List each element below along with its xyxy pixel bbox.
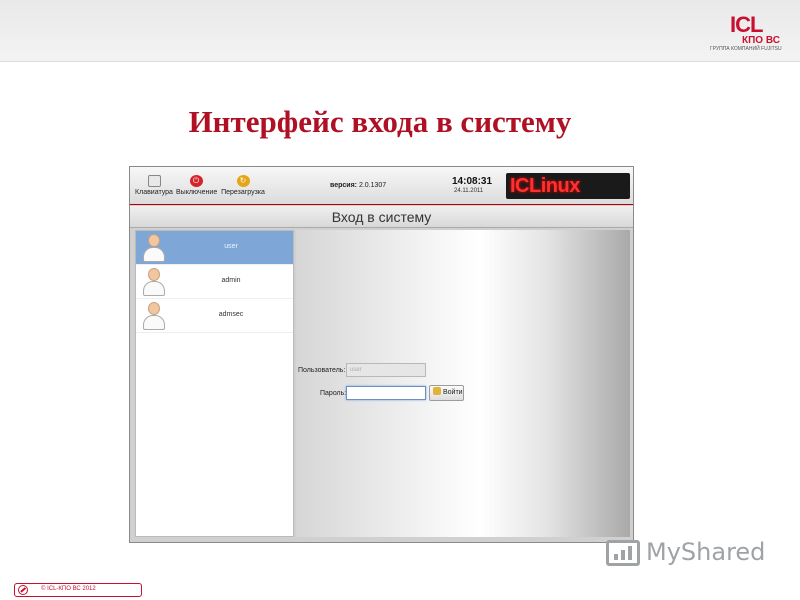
login-titlebar: Вход в систему	[130, 206, 633, 228]
version-label: версия:	[330, 182, 357, 189]
keyboard-button[interactable]: Клавиатура	[134, 175, 174, 196]
clock-date: 24.11.2011	[454, 188, 484, 194]
keyboard-icon	[147, 175, 161, 187]
admin-avatar-icon	[140, 267, 168, 297]
clock-time: 14:08:31	[452, 176, 493, 187]
top-toolbar: Клавиатура ⏻ Выключение ↻ Перезагрузка в…	[130, 167, 633, 205]
password-label: Пароль:	[320, 390, 347, 397]
myshared-logo-icon	[606, 540, 640, 566]
header-band: ICL КПО ВС ГРУППА КОМПАНИЙ FUJITSU	[0, 0, 800, 62]
password-field[interactable]	[346, 386, 426, 400]
login-title: Вход в систему	[331, 209, 432, 225]
power-icon: ⏻	[189, 175, 203, 187]
lock-icon	[433, 387, 441, 395]
admsec-avatar-icon	[140, 301, 168, 331]
footer-text: © ICL-КПО ВС 2012	[41, 586, 96, 592]
shutdown-label: Выключение	[176, 189, 218, 196]
version-info: версия: 2.0.1307	[330, 182, 386, 189]
logo-sub-text: КПО ВС	[742, 35, 780, 46]
login-screenshot: Клавиатура ⏻ Выключение ↻ Перезагрузка в…	[129, 166, 634, 543]
user-name: user	[224, 243, 238, 250]
version-value: 2.0.1307	[358, 182, 387, 189]
watermark-text: MyShared	[646, 538, 766, 566]
user-list-item-user[interactable]: user	[136, 231, 293, 265]
user-name: admin	[221, 277, 241, 284]
reboot-label: Перезагрузка	[221, 189, 265, 196]
slide: ICL КПО ВС ГРУППА КОМПАНИЙ FUJITSU Интер…	[0, 0, 800, 600]
reboot-button[interactable]: ↻ Перезагрузка	[220, 175, 266, 196]
company-logo: ICL КПО ВС ГРУППА КОМПАНИЙ FUJITSU	[710, 10, 788, 56]
user-list-item-admin[interactable]: admin	[136, 265, 293, 299]
username-field[interactable]: user	[346, 363, 426, 377]
keyboard-label: Клавиатура	[135, 189, 173, 196]
logo-group-text: ГРУППА КОМПАНИЙ FUJITSU	[710, 46, 782, 52]
shutdown-button[interactable]: ⏻ Выключение	[176, 175, 218, 196]
login-button-label: Войти	[443, 389, 463, 396]
user-name: admsec	[218, 311, 244, 318]
login-button[interactable]: Войти	[429, 385, 464, 401]
slide-title: Интерфейс входа в систему	[188, 104, 572, 139]
login-form-panel: Пользователь: user Пароль: Войти	[296, 230, 630, 537]
username-label: Пользователь:	[298, 367, 346, 374]
brand-logo: ICLinux	[506, 173, 630, 199]
user-list: user admin admsec	[135, 230, 294, 537]
user-list-item-admsec[interactable]: admsec	[136, 299, 293, 333]
no-entry-icon	[18, 585, 28, 595]
user-avatar-icon	[140, 233, 168, 263]
brand-text: ICLinux	[510, 175, 580, 197]
reboot-icon: ↻	[236, 175, 250, 187]
footer-badge: © ICL-КПО ВС 2012	[14, 583, 142, 597]
